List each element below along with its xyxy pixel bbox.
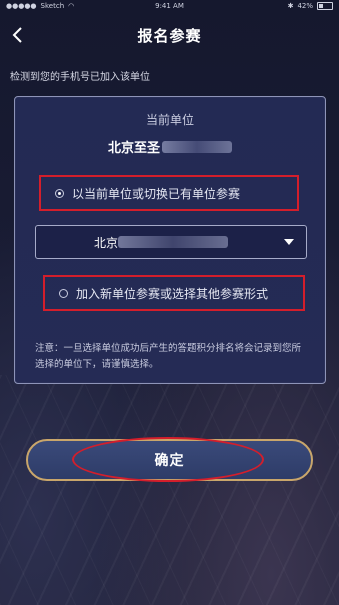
confirm-label: 确定 [154,453,185,469]
battery-icon [317,2,333,10]
page-title: 报名参赛 [137,27,202,45]
radio-checked-icon[interactable] [55,188,64,198]
notice-text: 检测到您的手机号已加入该单位 [10,72,150,83]
unit-select[interactable]: 北京 [35,225,307,259]
option-new-unit[interactable]: 加入新单位参赛或选择其他参赛形式 [43,275,305,311]
chevron-down-icon [284,239,294,245]
redacted-blur [118,236,228,248]
redacted-blur [162,140,232,153]
unit-select-value: 北京 [93,235,118,250]
confirm-button[interactable]: 确定 [26,439,313,481]
status-bar: ●●●●● Sketch ◠ 9:41 AM ✱ 42% [0,0,339,14]
radio-unchecked-icon[interactable] [59,288,68,298]
option-current-unit[interactable]: 以当前单位或切换已有单位参赛 [39,175,299,211]
option-new-label: 加入新单位参赛或选择其他参赛形式 [76,286,269,301]
battery-percent: 42% [297,2,313,10]
nav-bar: 报名参赛 [0,18,339,52]
unit-name-text: 北京至圣 [107,141,160,156]
unit-name: 北京至圣 [15,137,325,156]
background-streaks [0,375,339,605]
unit-card: 当前单位 北京至圣 以当前单位或切换已有单位参赛 北京 加入新单位参赛或选择其他… [14,96,326,384]
card-note: 注意：一旦选择单位成功后产生的答题积分排名将会记录到您所选择的单位下，请谨慎选择… [35,343,302,370]
option-current-label: 以当前单位或切换已有单位参赛 [72,186,241,201]
bluetooth-icon: ✱ [287,2,294,10]
status-right: ✱ 42% [288,2,333,10]
card-title: 当前单位 [145,113,194,127]
